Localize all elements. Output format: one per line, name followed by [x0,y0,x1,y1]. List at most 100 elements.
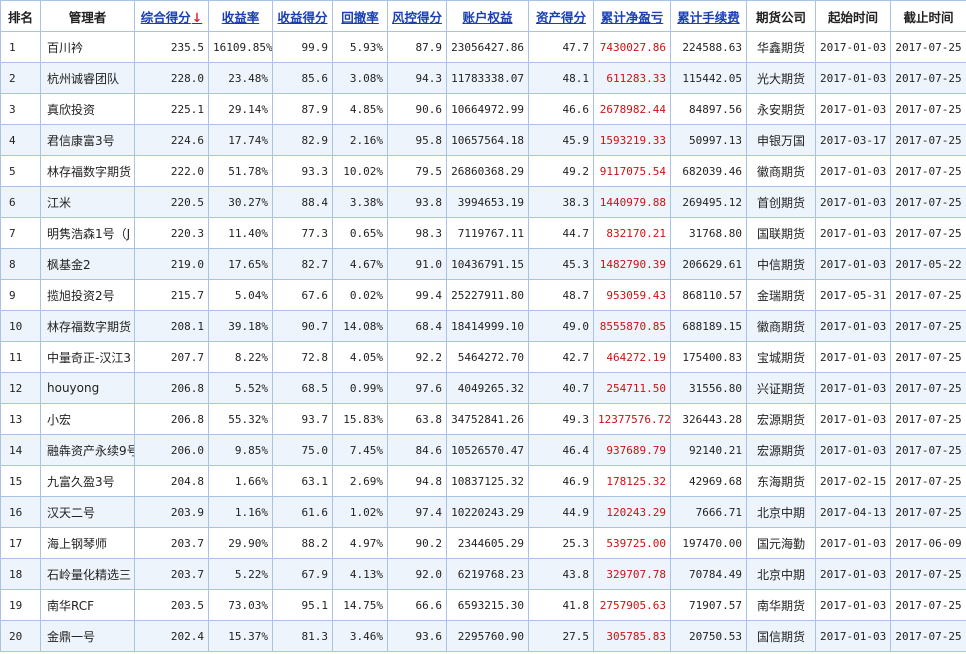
cell-end: 2017-07-25 [890,279,966,311]
cell-equity: 10436791.15 [446,248,529,280]
cell-manager[interactable]: 石岭量化精选三 [40,558,135,590]
cell-return-score: 85.6 [272,62,333,94]
cell-fees: 115442.05 [670,62,747,94]
cell-risk-score: 66.6 [387,589,447,621]
cell-drawdown: 4.67% [332,248,388,280]
cell-asset-score: 41.8 [528,589,594,621]
cell-net-pnl: 2678982.44 [593,93,671,125]
cell-broker: 东海期货 [746,465,816,497]
cell-rank: 9 [0,279,41,311]
cell-net-pnl: 329707.78 [593,558,671,590]
header-end: 截止时间 [890,0,966,32]
cell-end: 2017-07-25 [890,403,966,435]
cell-manager[interactable]: 江米 [40,186,135,218]
cell-risk-score: 90.2 [387,527,447,559]
cell-rank: 12 [0,372,41,404]
cell-return-rate: 55.32% [208,403,273,435]
header-score-sort[interactable]: 综合得分↓ [134,0,209,32]
header-return-rate-sort[interactable]: 收益率 [208,0,273,32]
cell-manager[interactable]: 枫基金2 [40,248,135,280]
cell-broker: 国信期货 [746,620,816,652]
cell-manager[interactable]: 金鼎一号 [40,620,135,652]
cell-return-rate: 8.22% [208,341,273,373]
cell-equity: 23056427.86 [446,31,529,63]
table-body: 1 百川衿 235.5 16109.85% 99.9 5.93% 87.9 23056427.… [0,31,966,652]
header-return-score-sort[interactable]: 收益得分 [272,0,333,32]
cell-manager[interactable]: 林存福数字期货 [40,155,135,187]
cell-manager[interactable]: houyong [40,372,135,404]
cell-broker: 北京中期 [746,558,816,590]
cell-net-pnl: 539725.00 [593,527,671,559]
cell-end: 2017-07-25 [890,186,966,218]
cell-end: 2017-07-25 [890,434,966,466]
cell-asset-score: 48.7 [528,279,594,311]
cell-risk-score: 93.8 [387,186,447,218]
cell-net-pnl: 937689.79 [593,434,671,466]
header-start: 起始时间 [815,0,891,32]
table-row: 8 枫基金2 219.0 17.65% 82.7 4.67% 91.0 10436791.15… [0,248,966,280]
cell-manager[interactable]: 九富久盈3号 [40,465,135,497]
cell-drawdown: 0.02% [332,279,388,311]
cell-drawdown: 4.97% [332,527,388,559]
cell-return-rate: 1.16% [208,496,273,528]
cell-start: 2017-01-03 [815,155,891,187]
cell-drawdown: 0.99% [332,372,388,404]
cell-return-rate: 16109.85% [208,31,273,63]
header-manager: 管理者 [40,0,135,32]
cell-drawdown: 2.16% [332,124,388,156]
cell-manager[interactable]: 中量奇正-汉江3 [40,341,135,373]
cell-rank: 10 [0,310,41,342]
cell-start: 2017-01-03 [815,589,891,621]
cell-start: 2017-01-03 [815,434,891,466]
cell-start: 2017-01-03 [815,31,891,63]
header-drawdown-sort[interactable]: 回撤率 [332,0,388,32]
header-asset-score-sort[interactable]: 资产得分 [528,0,594,32]
cell-asset-score: 25.3 [528,527,594,559]
cell-manager[interactable]: 明隽浩森1号（J [40,217,135,249]
cell-return-score: 68.5 [272,372,333,404]
cell-net-pnl: 120243.29 [593,496,671,528]
cell-manager[interactable]: 海上钢琴师 [40,527,135,559]
cell-broker: 光大期货 [746,62,816,94]
cell-manager[interactable]: 杭州诚睿团队 [40,62,135,94]
cell-fees: 175400.83 [670,341,747,373]
cell-rank: 16 [0,496,41,528]
cell-drawdown: 4.85% [332,93,388,125]
cell-manager[interactable]: 百川衿 [40,31,135,63]
table-row: 14 融犇资产永续9号 206.0 9.85% 75.0 7.45% 84.6 1052657… [0,434,966,466]
cell-rank: 20 [0,620,41,652]
cell-risk-score: 99.4 [387,279,447,311]
cell-fees: 682039.46 [670,155,747,187]
header-net-pnl-sort[interactable]: 累计净盈亏 [593,0,671,32]
cell-risk-score: 97.4 [387,496,447,528]
cell-manager[interactable]: 南华RCF [40,589,135,621]
cell-score: 208.1 [134,310,209,342]
cell-net-pnl: 832170.21 [593,217,671,249]
header-score-label[interactable]: 综合得分 [141,10,191,25]
cell-manager[interactable]: 揽旭投资2号 [40,279,135,311]
cell-fees: 71907.57 [670,589,747,621]
cell-start: 2017-01-03 [815,403,891,435]
cell-return-score: 72.8 [272,341,333,373]
header-fees-sort[interactable]: 累计手续费 [670,0,747,32]
cell-equity: 6219768.23 [446,558,529,590]
cell-manager[interactable]: 君信康富3号 [40,124,135,156]
cell-manager[interactable]: 小宏 [40,403,135,435]
cell-drawdown: 14.75% [332,589,388,621]
cell-net-pnl: 7430027.86 [593,31,671,63]
cell-manager[interactable]: 融犇资产永续9号 [40,434,135,466]
header-equity-sort[interactable]: 账户权益 [446,0,529,32]
header-risk-score-sort[interactable]: 风控得分 [387,0,447,32]
cell-fees: 42969.68 [670,465,747,497]
cell-rank: 15 [0,465,41,497]
cell-start: 2017-04-13 [815,496,891,528]
cell-fees: 269495.12 [670,186,747,218]
table-row: 11 中量奇正-汉江3 207.7 8.22% 72.8 4.05% 92.2 5464272… [0,341,966,373]
cell-manager[interactable]: 林存福数字期货 [40,310,135,342]
cell-manager[interactable]: 汉天二号 [40,496,135,528]
cell-return-score: 93.3 [272,155,333,187]
cell-equity: 11783338.07 [446,62,529,94]
cell-rank: 18 [0,558,41,590]
cell-return-score: 82.7 [272,248,333,280]
cell-manager[interactable]: 真欣投资 [40,93,135,125]
